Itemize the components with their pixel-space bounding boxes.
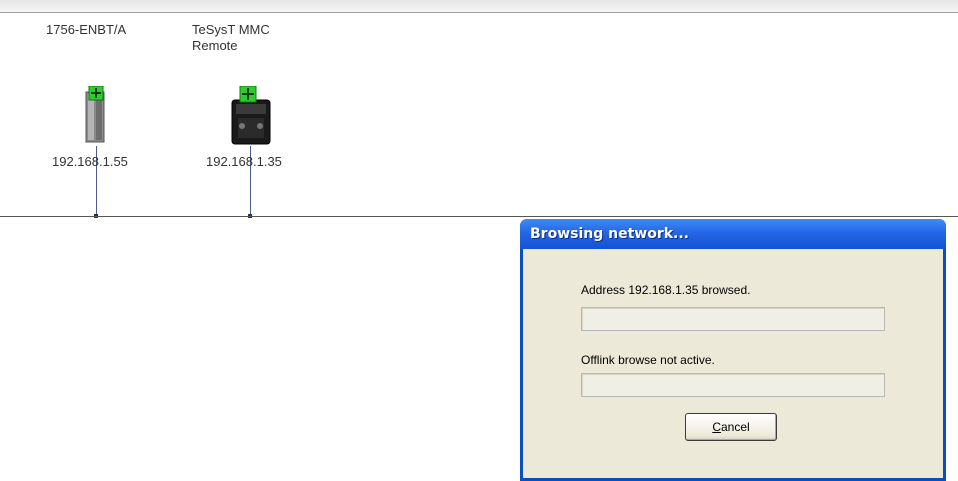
device-ip-enbt: 192.168.1.55	[52, 154, 128, 169]
network-bus-line	[0, 216, 958, 217]
device-ip-tesys: 192.168.1.35	[206, 154, 282, 169]
cancel-label-rest: ancel	[720, 420, 750, 434]
device-label-enbt: 1756-ENBT/A	[46, 22, 127, 37]
dialog-title: Browsing network...	[530, 226, 689, 242]
status-address-browsed: Address 192.168.1.35 browsed.	[581, 283, 751, 297]
motor-controller-icon[interactable]	[228, 86, 274, 146]
browsing-network-dialog: Browsing network... Address 192.168.1.35…	[520, 219, 946, 481]
ethernet-module-icon[interactable]	[84, 86, 106, 144]
progress-bar-browse	[581, 307, 885, 331]
cancel-button[interactable]: Cancel	[685, 413, 777, 441]
cancel-mnemonic: C	[712, 420, 721, 434]
status-offlink-browse: Offlink browse not active.	[581, 353, 715, 367]
window-top-border	[0, 0, 958, 13]
dialog-body: Address 192.168.1.35 browsed. Offlink br…	[523, 249, 943, 478]
dialog-titlebar[interactable]: Browsing network...	[520, 219, 946, 249]
progress-bar-offlink	[581, 373, 885, 397]
device-label-tesys: TeSysT MMC Remote	[192, 22, 270, 53]
